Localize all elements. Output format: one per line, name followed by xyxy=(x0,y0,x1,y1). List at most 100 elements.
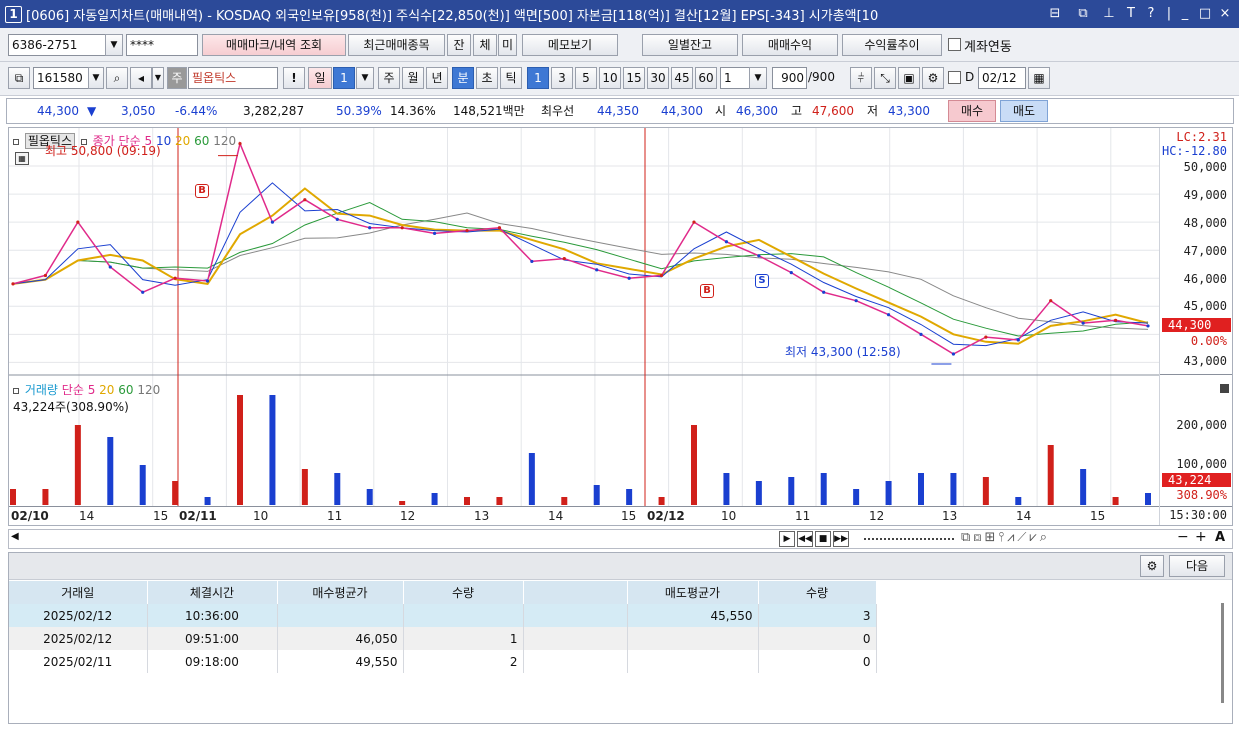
next-button[interactable]: 다음 xyxy=(1169,555,1225,577)
scroll-left-icon[interactable]: ◀ xyxy=(11,531,19,542)
play-icon[interactable]: ▶ xyxy=(779,531,795,547)
interval-45-button[interactable]: 45 xyxy=(671,67,693,89)
buy-mark[interactable]: B xyxy=(700,284,714,298)
trade-profit-button[interactable]: 매매수익 xyxy=(742,34,838,56)
date-checkbox[interactable] xyxy=(948,71,961,84)
interval-60-button[interactable]: 60 xyxy=(695,67,717,89)
volume-bar xyxy=(788,477,795,505)
font-icon[interactable]: T xyxy=(1122,0,1140,28)
volume-legend-ma: 단순 xyxy=(61,383,84,397)
unit-tick-button[interactable]: 틱 xyxy=(500,67,522,89)
recent-trades-button[interactable]: 최근매매종목 xyxy=(348,34,445,56)
chevron-down-icon[interactable]: ▼ xyxy=(105,34,123,56)
period-daily-count[interactable]: 1 xyxy=(333,67,355,89)
chevron-down-icon[interactable]: ▼ xyxy=(749,67,767,89)
close-icon[interactable]: × xyxy=(1216,0,1234,28)
calendar-icon[interactable]: ▦ xyxy=(1028,67,1050,89)
chevron-down-icon[interactable]: ▼ xyxy=(88,67,104,89)
buy-mark[interactable]: B xyxy=(195,184,209,198)
cell-blank xyxy=(523,627,628,650)
table-row[interactable]: 2025/02/12 09:51:00 46,050 1 0 xyxy=(9,627,877,650)
alert-button[interactable]: ! xyxy=(283,67,305,89)
time-tick: 14 xyxy=(1016,509,1032,523)
rewind-icon[interactable]: ◀◀ xyxy=(797,531,813,547)
chart-canvas[interactable] xyxy=(9,128,1159,526)
period-yearly-button[interactable]: 년 xyxy=(426,67,448,89)
maximize-icon[interactable]: □ xyxy=(1196,0,1214,28)
search-icon[interactable]: ⌕ xyxy=(106,67,128,89)
gear-icon[interactable]: ⚙ xyxy=(1140,555,1164,577)
tool-icon[interactable]: ⤡ xyxy=(874,67,896,89)
price-line xyxy=(12,141,1149,355)
table-row[interactable]: 2025/02/12 10:36:00 45,550 3 xyxy=(9,604,877,627)
volume-bar xyxy=(204,497,211,505)
y-tick: 49,000 xyxy=(1183,188,1227,202)
help-icon[interactable]: ? xyxy=(1142,0,1160,28)
sell-button[interactable]: 매도 xyxy=(1000,100,1048,122)
executed-button[interactable]: 체 xyxy=(473,34,497,56)
chart-area[interactable]: LC:2.31 HC:-12.80 50,000 49,000 48,000 4… xyxy=(8,127,1233,526)
stock-code-input[interactable]: 161580 xyxy=(33,67,89,89)
interval-15-button[interactable]: 15 xyxy=(623,67,645,89)
chevron-down-icon[interactable]: ▼ xyxy=(152,67,164,89)
restore-icon[interactable]: ⧉ xyxy=(1074,0,1092,28)
forward-icon[interactable]: ▶▶ xyxy=(833,531,849,547)
text-tool-icon[interactable]: A xyxy=(1215,530,1225,545)
link-icon[interactable]: ⧉ xyxy=(8,67,30,89)
gear-icon[interactable]: ⚙ xyxy=(922,67,944,89)
account-select[interactable]: 6386-2751 xyxy=(8,34,106,56)
table-scrollbar[interactable] xyxy=(1221,603,1224,703)
drawing-tools-icon[interactable]: ⧉⧈⊞⫯⩘⟋⩗⌕ xyxy=(961,530,1050,545)
interval-30-button[interactable]: 30 xyxy=(647,67,669,89)
interval-1-button[interactable]: 1 xyxy=(527,67,549,89)
time-tick: 15 xyxy=(153,509,169,523)
minimize-icon[interactable]: _ xyxy=(1176,0,1194,28)
save-icon[interactable]: ▣ xyxy=(898,67,920,89)
candle-icon[interactable]: ⫩ xyxy=(850,67,872,89)
unit-minute-button[interactable]: 분 xyxy=(452,67,474,89)
price-point xyxy=(141,290,145,294)
dock-icon[interactable]: ⊟ xyxy=(1046,0,1064,28)
trade-mark-query-button[interactable]: 매매마크/내역 조회 xyxy=(202,34,346,56)
volume-bar xyxy=(528,453,535,505)
zoom-slider[interactable] xyxy=(864,538,954,540)
daily-balance-button[interactable]: 일별잔고 xyxy=(642,34,738,56)
volume-bar xyxy=(1112,497,1119,505)
interval-10-button[interactable]: 10 xyxy=(599,67,621,89)
legend-toggle-icon[interactable] xyxy=(13,139,19,145)
zoom-in-icon[interactable]: + xyxy=(1195,529,1207,545)
y-tick: 45,000 xyxy=(1183,299,1227,313)
volume-ma5: 5 xyxy=(87,383,96,397)
interval-5-button[interactable]: 5 xyxy=(575,67,597,89)
stop-icon[interactable]: ■ xyxy=(815,531,831,547)
unit-second-button[interactable]: 초 xyxy=(476,67,498,89)
buy-button[interactable]: 매수 xyxy=(948,100,996,122)
legend-toggle-icon[interactable] xyxy=(13,388,19,394)
pin-icon[interactable]: ⊥ xyxy=(1100,0,1118,28)
period-weekly-button[interactable]: 주 xyxy=(378,67,400,89)
sell-mark[interactable]: S xyxy=(755,274,769,288)
table-row[interactable]: 2025/02/11 09:18:00 49,550 2 0 xyxy=(9,650,877,673)
chart-scroll-row: ◀ ▶ ◀◀ ■ ▶▶ ⧉⧈⊞⫯⩘⟋⩗⌕ − + A xyxy=(8,529,1233,549)
bar-count-input[interactable]: 900 xyxy=(772,67,807,89)
table-toolbar xyxy=(9,553,1232,580)
memo-button[interactable]: 메모보기 xyxy=(522,34,618,56)
unfilled-button[interactable]: 미 xyxy=(498,34,517,56)
stock-name-field[interactable]: 필옵틱스 xyxy=(188,67,278,89)
panel-close-icon[interactable] xyxy=(1220,384,1229,393)
time-tick: 11 xyxy=(327,509,343,523)
account-link-checkbox[interactable] xyxy=(948,38,961,51)
table-icon[interactable]: ▦ xyxy=(15,152,29,165)
chevron-down-icon[interactable]: ▼ xyxy=(356,67,374,89)
balance-button[interactable]: 잔 xyxy=(447,34,471,56)
period-monthly-button[interactable]: 월 xyxy=(402,67,424,89)
speaker-icon[interactable]: ◂ xyxy=(130,67,152,89)
period-daily-button[interactable]: 일 xyxy=(308,67,332,89)
interval-select[interactable]: 1 xyxy=(720,67,750,89)
volume-bar xyxy=(626,489,633,505)
date-input[interactable]: 02/12 xyxy=(978,67,1026,89)
password-field[interactable]: **** xyxy=(126,34,198,56)
yield-trend-button[interactable]: 수익률추이 xyxy=(842,34,942,56)
zoom-out-icon[interactable]: − xyxy=(1177,529,1189,545)
interval-3-button[interactable]: 3 xyxy=(551,67,573,89)
